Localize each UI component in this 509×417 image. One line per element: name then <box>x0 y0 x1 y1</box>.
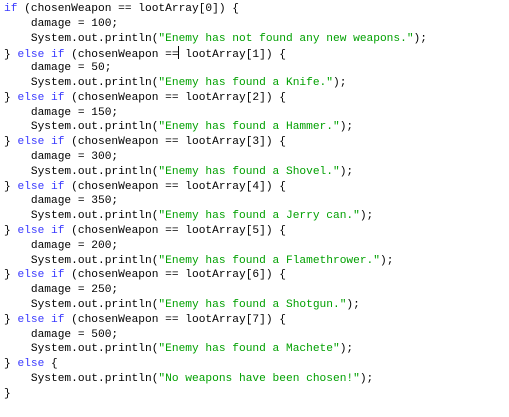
code-line: damage = 100; <box>4 17 427 32</box>
code-keyword: else if <box>17 136 65 149</box>
code-token: } <box>4 358 18 371</box>
code-keyword: else if <box>17 224 65 237</box>
code-line: System.out.println("No weapons have been… <box>4 372 427 387</box>
code-token: damage = 500; <box>4 328 119 341</box>
code-token: (chosenWeapon == lootArray[5]) { <box>64 224 286 237</box>
code-line: System.out.println("Enemy has found a Sh… <box>4 165 427 180</box>
code-token: ); <box>359 372 374 385</box>
code-line: } else if (chosenWeapon == lootArray[6])… <box>4 268 427 283</box>
code-line: } else if (chosenWeapon == lootArray[3])… <box>4 135 427 150</box>
code-text-area[interactable]: if (chosenWeapon == lootArray[0]) { dama… <box>4 2 427 402</box>
code-keyword: else if <box>17 313 65 326</box>
code-token: System.out.println( <box>4 165 159 178</box>
code-token: } <box>4 224 18 237</box>
code-token: ); <box>346 298 360 311</box>
code-token: System.out.println( <box>4 372 159 385</box>
code-string: "Enemy has not found any new weapons." <box>158 32 414 45</box>
code-line: } else { <box>4 357 427 372</box>
code-line: damage = 500; <box>4 328 427 343</box>
code-token: damage = 150; <box>4 106 119 119</box>
code-token: } <box>4 313 18 326</box>
code-token: (chosenWeapon == lootArray[2]) { <box>64 91 286 104</box>
code-line: } <box>4 387 427 402</box>
code-string: "Enemy has found a Flamethrower." <box>158 254 380 267</box>
code-token: ); <box>359 210 374 223</box>
code-line: System.out.println("Enemy has found a Ma… <box>4 342 427 357</box>
code-token: (chosenWeapon == lootArray[6]) { <box>64 269 286 282</box>
code-string: "Enemy has found a Shotgun." <box>158 298 347 311</box>
code-token: lootArray[1]) { <box>178 49 286 62</box>
code-token: damage = 100; <box>4 17 119 30</box>
code-token: ); <box>339 121 354 134</box>
code-token: } <box>4 136 18 149</box>
code-line: } else if (chosenWeapon == lootArray[1])… <box>4 46 427 61</box>
code-token: } <box>4 387 11 400</box>
code-token: damage = 50; <box>4 62 112 75</box>
code-token: ); <box>379 254 394 267</box>
code-line: } else if (chosenWeapon == lootArray[5])… <box>4 224 427 239</box>
code-line: if (chosenWeapon == lootArray[0]) { <box>4 2 427 17</box>
code-line: damage = 150; <box>4 106 427 121</box>
code-token: (chosenWeapon == lootArray[4]) { <box>64 180 286 193</box>
code-token: } <box>4 49 18 62</box>
code-editor[interactable]: if (chosenWeapon == lootArray[0]) { dama… <box>0 0 509 417</box>
code-string: "Enemy has found a Shovel." <box>158 165 340 178</box>
code-keyword: else if <box>17 91 65 104</box>
code-token: (chosenWeapon == <box>64 49 179 62</box>
code-token: ); <box>413 32 427 45</box>
code-line: } else if (chosenWeapon == lootArray[4])… <box>4 180 427 195</box>
code-token: System.out.println( <box>4 76 159 89</box>
code-token: } <box>4 180 18 193</box>
code-string: "Enemy has found a Jerry can." <box>158 210 360 223</box>
code-string: "Enemy has found a Machete" <box>158 343 340 356</box>
code-token: (chosenWeapon == lootArray[7]) { <box>64 313 286 326</box>
code-line: } else if (chosenWeapon == lootArray[7])… <box>4 313 427 328</box>
code-line: System.out.println("Enemy has found a Je… <box>4 209 427 224</box>
code-token: ); <box>332 76 347 89</box>
code-string: "No weapons have been chosen!" <box>158 372 360 385</box>
code-line: damage = 300; <box>4 150 427 165</box>
code-token: } <box>4 269 18 282</box>
code-line: System.out.println("Enemy has found a Sh… <box>4 298 427 313</box>
code-line: damage = 200; <box>4 239 427 254</box>
code-token: } <box>4 91 18 104</box>
code-keyword: else if <box>17 180 65 193</box>
code-keyword: if <box>4 3 18 15</box>
code-string: "Enemy has found a Knife." <box>158 76 333 89</box>
code-token: damage = 350; <box>4 195 119 208</box>
code-token: { <box>44 358 58 371</box>
code-keyword: else if <box>17 269 65 282</box>
code-line: System.out.println("Enemy has found a Ha… <box>4 120 427 135</box>
code-token: ); <box>339 165 354 178</box>
code-token: System.out.println( <box>4 210 159 223</box>
code-line: damage = 250; <box>4 283 427 298</box>
code-token: damage = 200; <box>4 239 119 252</box>
code-token: (chosenWeapon == lootArray[0]) { <box>17 3 239 15</box>
code-line: } else if (chosenWeapon == lootArray[2])… <box>4 91 427 106</box>
code-line: System.out.println("Enemy has found a Kn… <box>4 76 427 91</box>
code-line: System.out.println("Enemy has found a Fl… <box>4 254 427 269</box>
code-line: damage = 350; <box>4 194 427 209</box>
code-token: ); <box>339 343 354 356</box>
code-token: System.out.println( <box>4 254 159 267</box>
code-keyword: else if <box>17 49 65 62</box>
code-line: System.out.println("Enemy has not found … <box>4 32 427 47</box>
code-line: damage = 50; <box>4 61 427 76</box>
code-token: damage = 250; <box>4 284 119 297</box>
code-keyword: else <box>17 358 45 371</box>
code-token: System.out.println( <box>4 343 159 356</box>
code-token: System.out.println( <box>4 298 159 311</box>
code-token: damage = 300; <box>4 150 119 163</box>
code-token: System.out.println( <box>4 32 159 45</box>
code-token: (chosenWeapon == lootArray[3]) { <box>64 136 286 149</box>
code-string: "Enemy has found a Hammer." <box>158 121 340 134</box>
code-token: System.out.println( <box>4 121 159 134</box>
